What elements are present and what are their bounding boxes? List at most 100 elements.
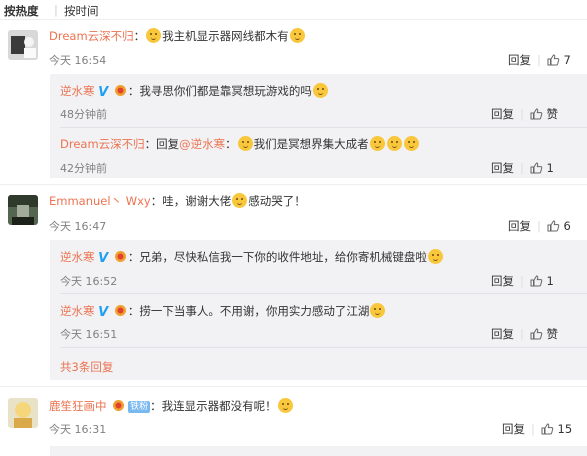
like-button[interactable]: 6 xyxy=(547,219,571,233)
reply-button[interactable]: 回复 xyxy=(491,274,514,288)
avatar[interactable] xyxy=(8,195,38,225)
like-label: 赞 xyxy=(546,327,559,341)
comment-text: 感动哭了！ xyxy=(248,194,306,208)
medal-icon xyxy=(114,251,126,262)
verified-v-icon: V xyxy=(98,251,109,266)
reply-text-line: 逆水寒 V ：捞一下当事人。不用谢，你用实力感动了江湖 xyxy=(60,303,386,320)
smile-emoji-icon xyxy=(369,136,385,151)
crying-emoji-icon xyxy=(232,193,248,208)
reply-text-line: 逆水寒 V ：兄弟，尽快私信我一下你的收件地址，给你寄机械键盘啦 xyxy=(60,249,444,266)
avatar[interactable] xyxy=(8,30,38,60)
divider xyxy=(0,19,587,20)
like-button[interactable]: 赞 xyxy=(530,327,558,341)
comment-text: 哇，谢谢大佬 xyxy=(162,194,232,208)
smile-emoji-icon xyxy=(370,303,386,318)
mention-link[interactable]: @逆水寒 xyxy=(179,137,225,151)
sort-bar: 按热度 | 按时间 xyxy=(0,0,587,20)
reply-time: 42分钟前 xyxy=(60,162,107,175)
reply-button[interactable]: 回复 xyxy=(508,219,531,233)
reply-text: 我们是冥想界集大成者 xyxy=(253,137,369,151)
reply-time: 今天 16:51 xyxy=(60,328,118,341)
reply-button[interactable]: 回复 xyxy=(502,422,525,436)
like-count: 7 xyxy=(563,53,571,67)
verified-v-icon: V xyxy=(98,305,109,320)
verified-v-icon: V xyxy=(98,85,109,100)
smile-emoji-icon xyxy=(277,398,293,413)
reply-text-line: 逆水寒 V ：我寻思你们都是靠冥想玩游戏的吗 xyxy=(60,83,329,100)
reply-prefix: 回复 xyxy=(156,137,180,151)
reply-text: 兄弟，尽快私信我一下你的收件地址，给你寄机械键盘啦 xyxy=(139,250,427,264)
thumbs-up-icon xyxy=(547,54,560,66)
medal-icon xyxy=(114,305,126,316)
comment-text-line: Emmanuel丶 Wxy：哇，谢谢大佬 感动哭了！ xyxy=(49,193,306,208)
divider xyxy=(0,386,587,387)
username-link[interactable]: 鹿笙狂画中 xyxy=(49,399,107,413)
smile-emoji-icon xyxy=(237,136,253,151)
sort-by-hot-tab[interactable]: 按热度 xyxy=(4,3,39,19)
thumbs-up-icon xyxy=(530,162,543,174)
like-button[interactable]: 1 xyxy=(530,161,554,175)
username-link[interactable]: 逆水寒 xyxy=(60,84,95,98)
avatar[interactable] xyxy=(8,398,38,428)
smile-emoji-icon xyxy=(146,28,162,43)
thumbs-up-icon xyxy=(530,328,543,340)
reply-actions: 回复 | 1 xyxy=(491,274,554,288)
reply-actions: 回复 | 1 xyxy=(491,161,554,175)
comment-text: 我连显示器都没有呢！ xyxy=(161,399,277,413)
reply-button[interactable]: 回复 xyxy=(508,53,531,67)
reply-text: 捞一下当事人。不用谢，你用实力感动了江湖 xyxy=(139,304,370,318)
comment-text-line: Dream云深不归： 我主机显示器网线都木有 xyxy=(49,28,306,44)
divider xyxy=(0,184,587,185)
comment-time: 今天 16:31 xyxy=(49,423,107,436)
like-count: 6 xyxy=(563,219,571,233)
like-button[interactable]: 15 xyxy=(541,422,572,436)
reply-text: 我寻思你们都是靠冥想玩游戏的吗 xyxy=(139,84,312,98)
username-link[interactable]: Dream云深不归 xyxy=(60,137,145,151)
like-count: 15 xyxy=(557,422,573,436)
reply-button[interactable]: 回复 xyxy=(491,327,514,341)
thumbs-up-icon xyxy=(547,220,560,232)
thumbs-up-icon xyxy=(530,108,543,120)
divider xyxy=(60,127,587,128)
comment-time: 今天 16:47 xyxy=(49,220,107,233)
smile-emoji-icon xyxy=(403,136,419,151)
comment-text-line: 鹿笙狂画中 铁粉 ：我连显示器都没有呢！ xyxy=(49,398,294,414)
like-label: 赞 xyxy=(546,107,559,121)
username-link[interactable]: Dream云深不归 xyxy=(49,29,134,43)
reply-actions: 回复 | 赞 xyxy=(491,107,559,121)
like-count: 1 xyxy=(546,161,554,175)
smile-emoji-icon xyxy=(289,28,305,43)
username-link[interactable]: Emmanuel丶 Wxy xyxy=(49,194,151,208)
username-link[interactable]: 逆水寒 xyxy=(60,304,95,318)
comment-time: 今天 16:54 xyxy=(49,54,107,67)
divider xyxy=(60,347,587,348)
comment-actions: 回复 | 15 xyxy=(502,422,573,436)
comment-actions: 回复 | 6 xyxy=(508,219,571,233)
like-button[interactable]: 1 xyxy=(530,274,554,288)
like-button[interactable]: 7 xyxy=(547,53,571,67)
reply-box xyxy=(50,446,587,456)
sort-by-time-tab[interactable]: 按时间 xyxy=(64,3,99,19)
sort-separator: | xyxy=(54,3,58,17)
like-count: 1 xyxy=(546,274,554,288)
smile-emoji-icon xyxy=(386,136,402,151)
comment-text: 我主机显示器网线都木有 xyxy=(162,29,289,43)
reply-text-line: Dream云深不归：回复@逆水寒： 我们是冥想界集大成者 xyxy=(60,136,420,152)
fan-badge: 铁粉 xyxy=(128,401,151,413)
thumbs-up-icon xyxy=(541,423,554,435)
smile-emoji-icon xyxy=(312,83,328,98)
reply-button[interactable]: 回复 xyxy=(491,161,514,175)
like-button[interactable]: 赞 xyxy=(530,107,558,121)
reply-time: 48分钟前 xyxy=(60,108,107,121)
view-more-replies-link[interactable]: 共3条回复 xyxy=(60,359,113,375)
reply-actions: 回复 | 赞 xyxy=(491,327,559,341)
reply-button[interactable]: 回复 xyxy=(491,107,514,121)
divider xyxy=(60,293,587,294)
medal-icon xyxy=(113,400,125,411)
comment-actions: 回复 | 7 xyxy=(508,53,571,67)
username-link[interactable]: 逆水寒 xyxy=(60,250,95,264)
grin-emoji-icon xyxy=(427,249,443,264)
reply-time: 今天 16:52 xyxy=(60,275,118,288)
medal-icon xyxy=(114,85,126,96)
thumbs-up-icon xyxy=(530,275,543,287)
